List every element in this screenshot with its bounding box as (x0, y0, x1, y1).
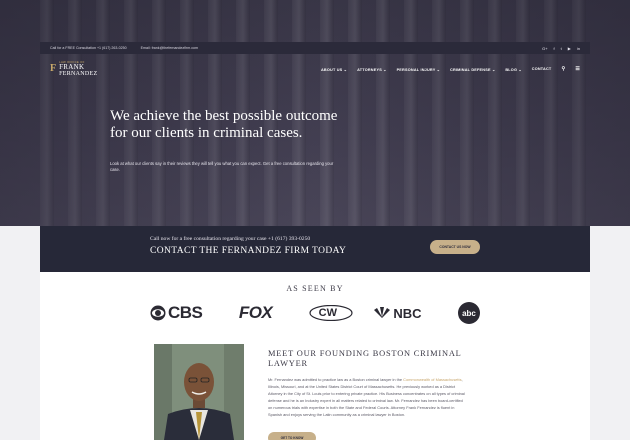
cbs-logo: CBS (150, 303, 203, 323)
twitter-icon[interactable]: t (561, 46, 562, 51)
content-section: AS SEEN BY CBS FOX CW NBC abc MEET OUR F… (40, 272, 590, 440)
phone-link[interactable]: Call for a FREE Consultation +1 (617) 26… (50, 46, 127, 50)
nav-item-attorneys[interactable]: ATTORNEYS ⌄ (357, 67, 387, 72)
social-links: G+ f t ▶ in (542, 46, 580, 51)
email-link[interactable]: Email: frank@thefernandezfirm.com (141, 46, 198, 50)
cta-phone-text: Call now for a free consultation regardi… (150, 236, 311, 242)
cw-logo: CW (309, 305, 353, 321)
main-nav: F LAW OFFICE OF FRANK FERNANDEZ ABOUT US… (40, 56, 590, 82)
nav-item-criminal-defense[interactable]: CRIMINAL DEFENSE ⌄ (450, 67, 495, 72)
menu-icon[interactable]: ☰ (575, 66, 580, 72)
logo-name: FRANK (59, 62, 85, 71)
site-logo[interactable]: F LAW OFFICE OF FRANK FERNANDEZ (50, 61, 97, 77)
nav-item-personal-injury[interactable]: PERSONAL INJURY ⌄ (397, 67, 440, 72)
contact-us-button[interactable]: CONTACT US NOW (430, 240, 480, 254)
media-logos: CBS FOX CW NBC abc (150, 302, 480, 324)
about-heading: MEET OUR FOUNDING BOSTON CRIMINAL LAWYER (268, 349, 462, 368)
top-bar: Call for a FREE Consultation +1 (617) 26… (40, 42, 590, 54)
as-seen-by-heading: AS SEEN BY (286, 284, 344, 293)
logo-mark-icon: F (50, 63, 57, 75)
cta-banner: Call now for a free consultation regardi… (40, 226, 590, 272)
abc-logo: abc (457, 302, 480, 324)
google-plus-icon[interactable]: G+ (542, 46, 547, 51)
nav-menu: ABOUT US ⌄ ATTORNEYS ⌄ PERSONAL INJURY ⌄… (321, 66, 580, 72)
logo-name-2: FERNANDEZ (59, 70, 98, 77)
search-icon[interactable]: ⚲ (561, 66, 565, 72)
hero-title: We achieve the best possible outcome for… (110, 108, 338, 141)
attorney-photo (154, 344, 244, 440)
about-body: Mr. Fernandez was admitted to practice l… (268, 377, 465, 417)
commonwealth-link[interactable]: Commonwealth of Massachusetts (403, 377, 461, 382)
hero-subtitle: Look at what our clients say in their re… (110, 161, 334, 173)
youtube-icon[interactable]: ▶ (568, 46, 571, 51)
cta-heading: CONTACT THE FERNANDEZ FIRM TODAY (150, 246, 347, 256)
linkedin-icon[interactable]: in (577, 46, 580, 51)
nav-item-blog[interactable]: BLOG ⌄ (505, 67, 521, 72)
nav-item-contact[interactable]: CONTACT (532, 67, 552, 71)
nav-item-about[interactable]: ABOUT US ⌄ (321, 67, 347, 72)
facebook-icon[interactable]: f (554, 46, 555, 51)
cbs-eye-icon (150, 305, 166, 321)
fox-logo: FOX (238, 303, 273, 322)
get-to-know-button[interactable]: GET TO KNOW (268, 432, 316, 440)
peacock-icon (374, 307, 391, 318)
nbc-logo: NBC (373, 306, 422, 321)
